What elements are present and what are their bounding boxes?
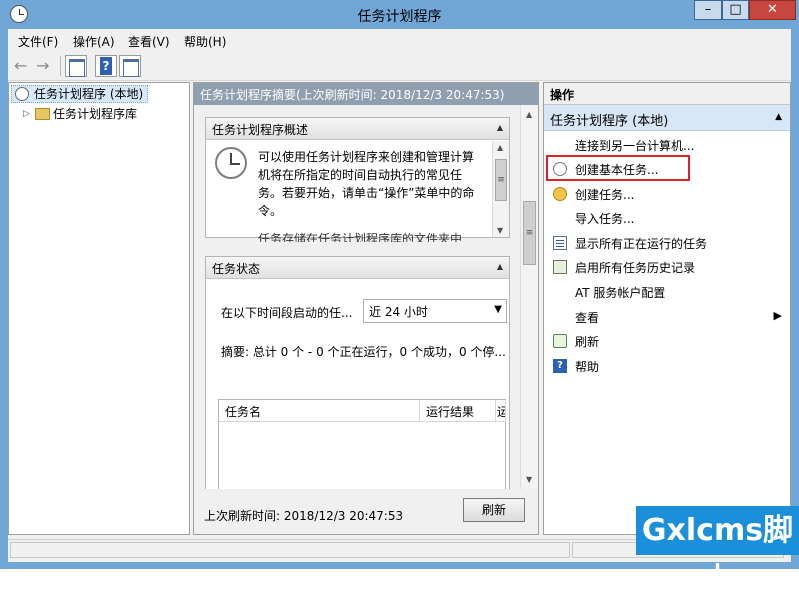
collapse-up-icon[interactable]: ▲ bbox=[497, 262, 503, 271]
overview-section-title: 任务计划程序概述 bbox=[212, 123, 309, 137]
action-label: 创建任务... bbox=[575, 188, 635, 202]
action-label: 帮助 bbox=[575, 360, 600, 374]
window-title: 任务计划程序 bbox=[357, 9, 442, 25]
action-show-running-tasks[interactable]: 显示所有正在运行的任务 bbox=[544, 231, 790, 255]
menu-help[interactable]: 帮助(H) bbox=[184, 33, 226, 50]
action-refresh[interactable]: 刷新 bbox=[544, 329, 790, 353]
show-hide-action-pane-icon[interactable] bbox=[119, 55, 141, 77]
actions-section-task-scheduler[interactable]: 任务计划程序 (本地) ▲ bbox=[544, 105, 790, 131]
overview-scrollbar[interactable]: ▲ ≡ ▼ bbox=[492, 141, 509, 237]
action-label: 导入任务... bbox=[575, 212, 635, 226]
time-range-selected: 近 24 小时 bbox=[369, 305, 428, 319]
action-label: 刷新 bbox=[575, 335, 600, 349]
expand-arrow-icon[interactable]: ▷ bbox=[23, 106, 30, 122]
status-summary-text: 摘要: 总计 0 个 - 0 个正在运行，0 个成功，0 个停... bbox=[221, 345, 506, 359]
overview-text-cut: 任务存储在任务计划程序库的文件夹中 bbox=[258, 232, 463, 242]
menu-file[interactable]: 文件(F) bbox=[18, 33, 58, 50]
scroll-up-icon[interactable]: ▲ bbox=[526, 110, 532, 119]
back-arrow-icon[interactable]: ← bbox=[14, 58, 27, 74]
running-tasks-icon bbox=[553, 236, 567, 250]
last-refresh-text: 上次刷新时间: 2018/12/3 20:47:53 bbox=[204, 509, 404, 523]
overview-section-header[interactable]: 任务计划程序概述 ▲ bbox=[206, 118, 509, 140]
task-status-section-header[interactable]: 任务状态 ▲ bbox=[206, 257, 509, 279]
action-label: 显示所有正在运行的任务 bbox=[575, 237, 708, 251]
minimize-button[interactable]: – bbox=[694, 0, 722, 20]
action-label: 查看 bbox=[575, 311, 600, 325]
scroll-down-icon[interactable]: ▼ bbox=[526, 475, 532, 484]
title-bar: 任务计划程序 – □ ✕ bbox=[0, 0, 799, 29]
refresh-button[interactable]: 刷新 bbox=[463, 498, 525, 522]
help-icon[interactable] bbox=[95, 55, 117, 77]
action-help[interactable]: ? 帮助 bbox=[544, 354, 790, 378]
highlight-box bbox=[546, 155, 690, 181]
show-hide-console-tree-icon[interactable] bbox=[65, 55, 87, 77]
action-label: 启用所有任务历史记录 bbox=[575, 261, 696, 275]
column-header-task-name[interactable]: 任务名 bbox=[219, 400, 420, 422]
column-header-run[interactable]: 运 bbox=[496, 400, 506, 422]
action-view[interactable]: 查看 ▶ bbox=[544, 305, 790, 329]
action-label: AT 服务帐户配置 bbox=[575, 286, 666, 300]
forward-arrow-icon[interactable]: → bbox=[36, 58, 49, 74]
window-frame: 任务计划程序 – □ ✕ 文件(F) 操作(A) 查看(V) 帮助(H) ← →… bbox=[0, 0, 799, 569]
action-label: 连接到另一台计算机... bbox=[575, 139, 695, 153]
submenu-arrow-icon: ▶ bbox=[773, 309, 782, 322]
scroll-thumb[interactable]: ≡ bbox=[495, 159, 507, 201]
overview-section: 任务计划程序概述 ▲ 可以使用任务计划程序来创建和管理计算机将在所指定的时间自动… bbox=[205, 117, 510, 242]
scroll-up-icon[interactable]: ▲ bbox=[497, 143, 503, 152]
refresh-icon bbox=[553, 334, 567, 348]
action-connect-computer[interactable]: 连接到另一台计算机... bbox=[544, 133, 790, 157]
task-status-table: 任务名 运行结果 运 bbox=[218, 399, 506, 499]
action-enable-history[interactable]: 启用所有任务历史记录 bbox=[544, 255, 790, 279]
clock-icon bbox=[15, 87, 29, 101]
toolbar-separator bbox=[60, 56, 61, 76]
tree-item-label: 任务计划程序 (本地) bbox=[34, 87, 144, 101]
maximize-button[interactable]: □ bbox=[722, 0, 749, 20]
actions-header: 操作 bbox=[544, 83, 790, 105]
time-range-dropdown[interactable]: 近 24 小时 ▼ bbox=[363, 299, 507, 323]
window-client-area: 文件(F) 操作(A) 查看(V) 帮助(H) ← → 任务计划程序 (本地) … bbox=[8, 29, 791, 562]
action-import-task[interactable]: 导入任务... bbox=[544, 206, 790, 230]
overview-text: 可以使用任务计划程序来创建和管理计算机将在所指定的时间自动执行的常见任务。若要开… bbox=[258, 150, 475, 218]
toolbar: ← → bbox=[8, 51, 791, 81]
task-status-section: 任务状态 ▲ 在以下时间段启动的任... 近 24 小时 ▼ 摘要: 总计 0 … bbox=[205, 256, 510, 499]
column-header-run-result[interactable]: 运行结果 bbox=[420, 400, 496, 422]
watermark-logo: Gxlcms脚本 bbox=[636, 506, 799, 597]
create-task-icon bbox=[553, 187, 567, 201]
menu-view[interactable]: 查看(V) bbox=[128, 33, 170, 50]
summary-content: 任务计划程序概述 ▲ 可以使用任务计划程序来创建和管理计算机将在所指定的时间自动… bbox=[194, 105, 538, 499]
close-button[interactable]: ✕ bbox=[749, 0, 796, 20]
help-icon: ? bbox=[553, 359, 567, 373]
collapse-up-icon[interactable]: ▲ bbox=[775, 112, 782, 122]
tree-item-label: 任务计划程序库 bbox=[53, 107, 138, 121]
scroll-down-icon[interactable]: ▼ bbox=[497, 226, 503, 235]
center-scrollbar[interactable]: ▲ ≡ ▼ bbox=[520, 105, 538, 489]
summary-footer: 上次刷新时间: 2018/12/3 20:47:53 刷新 bbox=[194, 489, 538, 534]
actions-pane: 操作 任务计划程序 (本地) ▲ 连接到另一台计算机... 创建基本任务... … bbox=[543, 82, 791, 535]
console-tree: 任务计划程序 (本地) ▷ 任务计划程序库 bbox=[8, 82, 190, 535]
action-at-service-account[interactable]: AT 服务帐户配置 bbox=[544, 280, 790, 304]
center-pane: 任务计划程序摘要(上次刷新时间: 2018/12/3 20:47:53) 任务计… bbox=[193, 82, 539, 535]
action-create-task[interactable]: 创建任务... bbox=[544, 182, 790, 206]
scroll-thumb[interactable]: ≡ bbox=[523, 201, 536, 265]
tree-item-task-library[interactable]: ▷ 任务计划程序库 bbox=[23, 106, 137, 122]
folder-icon bbox=[35, 108, 50, 120]
actions-section-title: 任务计划程序 (本地) bbox=[550, 114, 669, 129]
time-range-label: 在以下时间段启动的任... bbox=[221, 306, 353, 320]
collapse-up-icon[interactable]: ▲ bbox=[497, 123, 503, 132]
summary-header: 任务计划程序摘要(上次刷新时间: 2018/12/3 20:47:53) bbox=[194, 83, 538, 105]
task-status-section-title: 任务状态 bbox=[212, 262, 261, 276]
tree-item-task-scheduler-local[interactable]: 任务计划程序 (本地) bbox=[11, 85, 149, 103]
menu-bar: 文件(F) 操作(A) 查看(V) 帮助(H) bbox=[8, 29, 791, 51]
status-bar-cell bbox=[10, 542, 570, 558]
history-icon bbox=[553, 260, 567, 274]
clock-icon bbox=[215, 147, 247, 179]
chevron-down-icon: ▼ bbox=[494, 304, 502, 315]
menu-action[interactable]: 操作(A) bbox=[73, 33, 115, 50]
